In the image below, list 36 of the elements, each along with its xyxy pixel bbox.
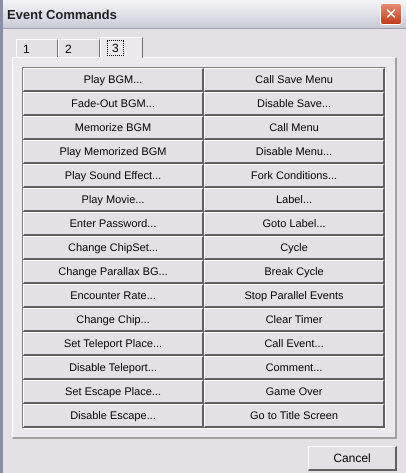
- tab[interactable]: 1: [16, 39, 58, 57]
- command-button[interactable]: Fade-Out BGM...: [23, 92, 204, 116]
- cancel-button[interactable]: Cancel: [308, 446, 397, 471]
- command-button[interactable]: Game Over: [204, 380, 385, 404]
- command-button[interactable]: Set Escape Place...: [23, 380, 204, 404]
- command-button[interactable]: Change ChipSet...: [23, 236, 204, 260]
- command-button[interactable]: Change Chip...: [23, 308, 204, 332]
- tab[interactable]: 3: [100, 37, 143, 58]
- command-button[interactable]: Label...: [204, 188, 385, 212]
- command-button[interactable]: Play Memorized BGM: [23, 140, 204, 164]
- command-button[interactable]: Fork Conditions...: [204, 164, 385, 188]
- command-button[interactable]: Change Parallax BG...: [23, 260, 204, 284]
- command-button[interactable]: Stop Parallel Events: [204, 284, 385, 308]
- tab[interactable]: 2: [58, 39, 100, 57]
- command-button[interactable]: Play BGM...: [23, 68, 204, 92]
- command-button[interactable]: Enter Password...: [23, 212, 204, 236]
- command-button[interactable]: Set Teleport Place...: [23, 332, 204, 356]
- command-button[interactable]: Disable Escape...: [23, 404, 204, 428]
- command-button[interactable]: Goto Label...: [204, 212, 385, 236]
- command-button[interactable]: Comment...: [204, 356, 385, 380]
- command-button[interactable]: Disable Teleport...: [23, 356, 204, 380]
- command-button[interactable]: Call Menu: [204, 116, 385, 140]
- command-button[interactable]: Clear Timer: [204, 308, 385, 332]
- command-button[interactable]: Disable Save...: [204, 92, 385, 116]
- command-button[interactable]: Encounter Rate...: [23, 284, 204, 308]
- window-title: Event Commands: [7, 6, 117, 22]
- command-button[interactable]: Call Event...: [204, 332, 385, 356]
- close-button[interactable]: ✕: [380, 3, 402, 25]
- command-button[interactable]: Go to Title Screen: [204, 404, 385, 428]
- command-button[interactable]: Disable Menu...: [204, 140, 385, 164]
- command-button[interactable]: Play Sound Effect...: [23, 164, 204, 188]
- command-button[interactable]: Call Save Menu: [204, 68, 385, 92]
- command-button[interactable]: Break Cycle: [204, 260, 385, 284]
- command-button[interactable]: Play Movie...: [23, 188, 204, 212]
- command-button[interactable]: Memorize BGM: [23, 116, 204, 140]
- command-button[interactable]: Cycle: [204, 236, 385, 260]
